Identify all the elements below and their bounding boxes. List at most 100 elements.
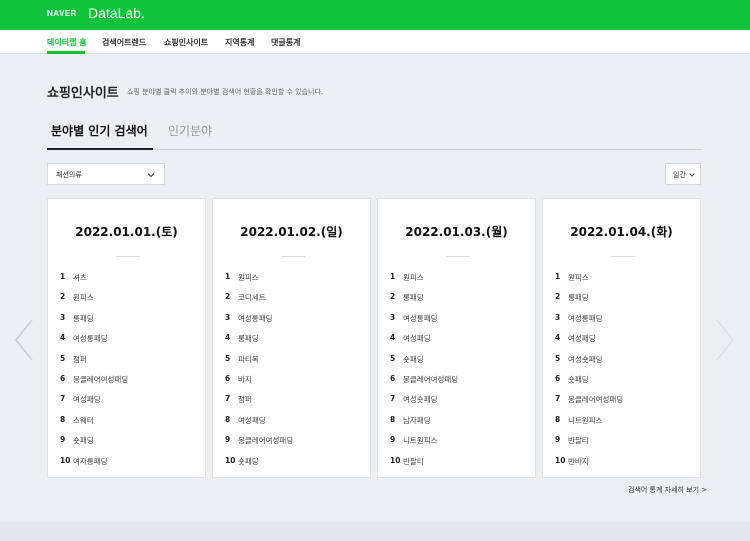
list-item[interactable]: 6 몽클레어여성패딩 — [60, 374, 200, 394]
rank-number: 7 — [555, 394, 561, 404]
list-item[interactable]: 4 여성롱패딩 — [60, 333, 200, 353]
list-item[interactable]: 6 숏패딩 — [555, 374, 695, 394]
keyword-label: 니트원피스 — [403, 436, 438, 446]
list-item[interactable]: 10 반바지 — [555, 456, 695, 476]
list-item[interactable]: 5 점퍼 — [60, 354, 200, 374]
keyword-label: 숏패딩 — [238, 456, 259, 466]
keyword-stats-detail-link[interactable]: 검색어 통계 자세히 보기 > — [628, 485, 707, 495]
list-item[interactable]: 5 숏패딩 — [390, 354, 530, 374]
list-item[interactable]: 3 여성롱패딩 — [555, 313, 695, 333]
rank-number: 8 — [60, 414, 66, 424]
list-item[interactable]: 3 여성롱패딩 — [225, 313, 365, 333]
list-item[interactable]: 5 파티복 — [225, 354, 365, 374]
rank-number: 3 — [390, 312, 396, 322]
nav-item-search-trend[interactable]: 검색어트렌드 — [102, 37, 146, 48]
chevron-down-icon — [147, 173, 155, 178]
list-item[interactable]: 8 스웨터 — [60, 415, 200, 435]
rank-number: 8 — [390, 414, 396, 424]
period-select[interactable]: 일간 — [665, 163, 701, 185]
rank-number: 5 — [390, 353, 396, 363]
list-item[interactable]: 10 반팔티 — [390, 456, 530, 476]
list-item[interactable]: 8 남자패딩 — [390, 415, 530, 435]
rank-number: 1 — [225, 272, 231, 281]
keyword-label: 여성롱패딩 — [238, 313, 273, 323]
rank-number: 5 — [225, 353, 231, 363]
list-item[interactable]: 3 여성롱패딩 — [390, 313, 530, 333]
list-item[interactable]: 2 롱패딩 — [390, 292, 530, 312]
top-bar: NAVER DataLab. — [0, 0, 750, 30]
tab-popular-categories[interactable]: 인기분야 — [168, 122, 212, 139]
rank-number: 5 — [555, 353, 561, 363]
rank-number: 6 — [225, 373, 231, 383]
list-item[interactable]: 4 롱패딩 — [225, 333, 365, 353]
list-item[interactable]: 10 여자롱패딩 — [60, 456, 200, 476]
list-item[interactable]: 6 몽클레어여성패딩 — [390, 374, 530, 394]
list-item[interactable]: 8 니트원피스 — [555, 415, 695, 435]
list-item[interactable]: 1 원피스 — [225, 272, 365, 292]
rank-number: 10 — [225, 455, 236, 465]
tab-popular-keywords[interactable]: 분야별 인기 검색어 — [51, 122, 148, 139]
rank-number: 3 — [60, 312, 66, 322]
nav-item-shopping-insight[interactable]: 쇼핑인사이트 — [164, 37, 208, 48]
category-select[interactable]: 패션의류 — [47, 163, 165, 185]
keyword-label: 원피스 — [568, 273, 589, 282]
keyword-label: 점퍼 — [238, 395, 252, 405]
keyword-label: 롱패딩 — [73, 313, 94, 323]
rank-number: 4 — [225, 333, 231, 343]
keyword-label: 숏패딩 — [568, 374, 589, 384]
list-item[interactable]: 1 셔츠 — [60, 272, 200, 292]
datalab-logo[interactable]: DataLab. — [88, 5, 145, 21]
list-item[interactable]: 4 여성패딩 — [555, 333, 695, 353]
rank-number: 6 — [555, 373, 561, 383]
keyword-label: 셔츠 — [73, 273, 87, 282]
ranking-list: 1 셔츠 2 원피스 3 롱패딩 4 여성롱패딩 5 점퍼 6 몽클레어여성패딩 7 여성패딩 8 스웨터 9 숏… — [60, 272, 200, 476]
list-item[interactable]: 9 니트원피스 — [390, 435, 530, 455]
list-item[interactable]: 6 바지 — [225, 374, 365, 394]
list-item[interactable]: 9 몽클레어여성패딩 — [225, 435, 365, 455]
list-item[interactable]: 5 여성숏패딩 — [555, 354, 695, 374]
card-divider — [611, 256, 635, 257]
chevron-left-icon[interactable] — [12, 318, 38, 362]
rank-number: 9 — [555, 435, 561, 445]
keyword-label: 니트원피스 — [568, 415, 603, 425]
list-item[interactable]: 2 롱패딩 — [555, 292, 695, 312]
category-select-value: 패션의류 — [56, 171, 82, 179]
list-item[interactable]: 7 여성패딩 — [60, 394, 200, 414]
list-item[interactable]: 9 숏패딩 — [60, 435, 200, 455]
list-item[interactable]: 1 원피스 — [555, 272, 695, 292]
ranking-card: 2022.01.01.(토) 1 셔츠 2 원피스 3 롱패딩 4 여성롱패딩 5 점퍼 6 몽클레어… — [47, 198, 206, 478]
list-item[interactable]: 8 여성패딩 — [225, 415, 365, 435]
nav-item-comment-stats[interactable]: 댓글통계 — [271, 37, 300, 48]
list-item[interactable]: 3 롱패딩 — [60, 313, 200, 333]
chevron-right-icon[interactable] — [711, 318, 737, 362]
rank-number: 3 — [225, 312, 231, 322]
page-title: 쇼핑인사이트 — [47, 86, 119, 101]
rank-number: 7 — [390, 394, 396, 404]
list-item[interactable]: 7 몽클레어여성패딩 — [555, 394, 695, 414]
period-select-value: 일간 — [673, 171, 686, 179]
list-item[interactable]: 1 원피스 — [390, 272, 530, 292]
ranking-list: 1 원피스 2 롱패딩 3 여성롱패딩 4 여성패딩 5 여성숏패딩 6 숏패딩 7 몽클레어여성패딩 8 니… — [555, 272, 695, 476]
list-item[interactable]: 7 여성숏패딩 — [390, 394, 530, 414]
rank-number: 4 — [390, 333, 396, 343]
keyword-label: 원피스 — [73, 293, 94, 303]
keyword-label: 롱패딩 — [238, 334, 259, 344]
nav-item-regional-stats[interactable]: 지역통계 — [225, 37, 254, 48]
list-item[interactable]: 10 숏패딩 — [225, 456, 365, 476]
rank-number: 10 — [390, 455, 401, 465]
keyword-label: 반바지 — [568, 456, 589, 466]
list-item[interactable]: 4 여성패딩 — [390, 333, 530, 353]
list-item[interactable]: 2 원피스 — [60, 292, 200, 312]
rank-number: 7 — [225, 394, 231, 404]
list-item[interactable]: 9 반팔티 — [555, 435, 695, 455]
rank-number: 9 — [390, 435, 396, 445]
rank-number: 6 — [390, 373, 396, 383]
ranking-list: 1 원피스 2 롱패딩 3 여성롱패딩 4 여성패딩 5 숏패딩 6 몽클레어여성패딩 7 여성숏패딩 8 남… — [390, 272, 530, 476]
card-date: 2022.01.03.(월) — [405, 225, 508, 239]
list-item[interactable]: 7 점퍼 — [225, 394, 365, 414]
keyword-label: 원피스 — [238, 273, 259, 282]
keyword-label: 스웨터 — [73, 415, 94, 425]
naver-logo[interactable]: NAVER — [47, 9, 77, 18]
nav-item-home[interactable]: 데이터랩 홈 — [47, 37, 87, 48]
list-item[interactable]: 2 코디세트 — [225, 292, 365, 312]
